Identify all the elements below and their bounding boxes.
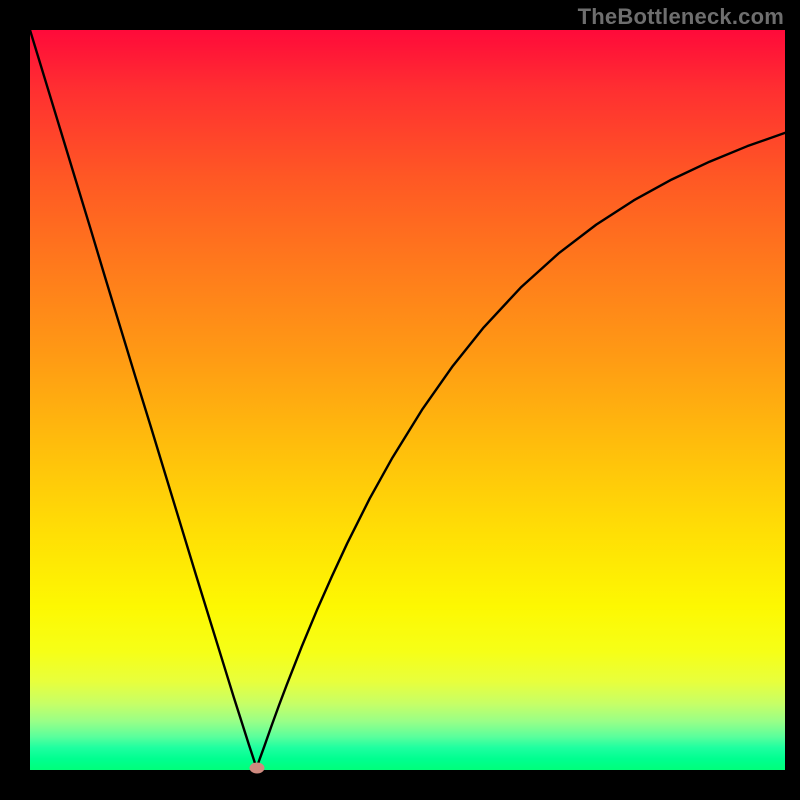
bottleneck-curve (30, 30, 785, 768)
curve-svg (30, 30, 785, 770)
chart-frame: TheBottleneck.com (0, 0, 800, 800)
plot-area (30, 30, 785, 770)
watermark-text: TheBottleneck.com (578, 4, 784, 30)
